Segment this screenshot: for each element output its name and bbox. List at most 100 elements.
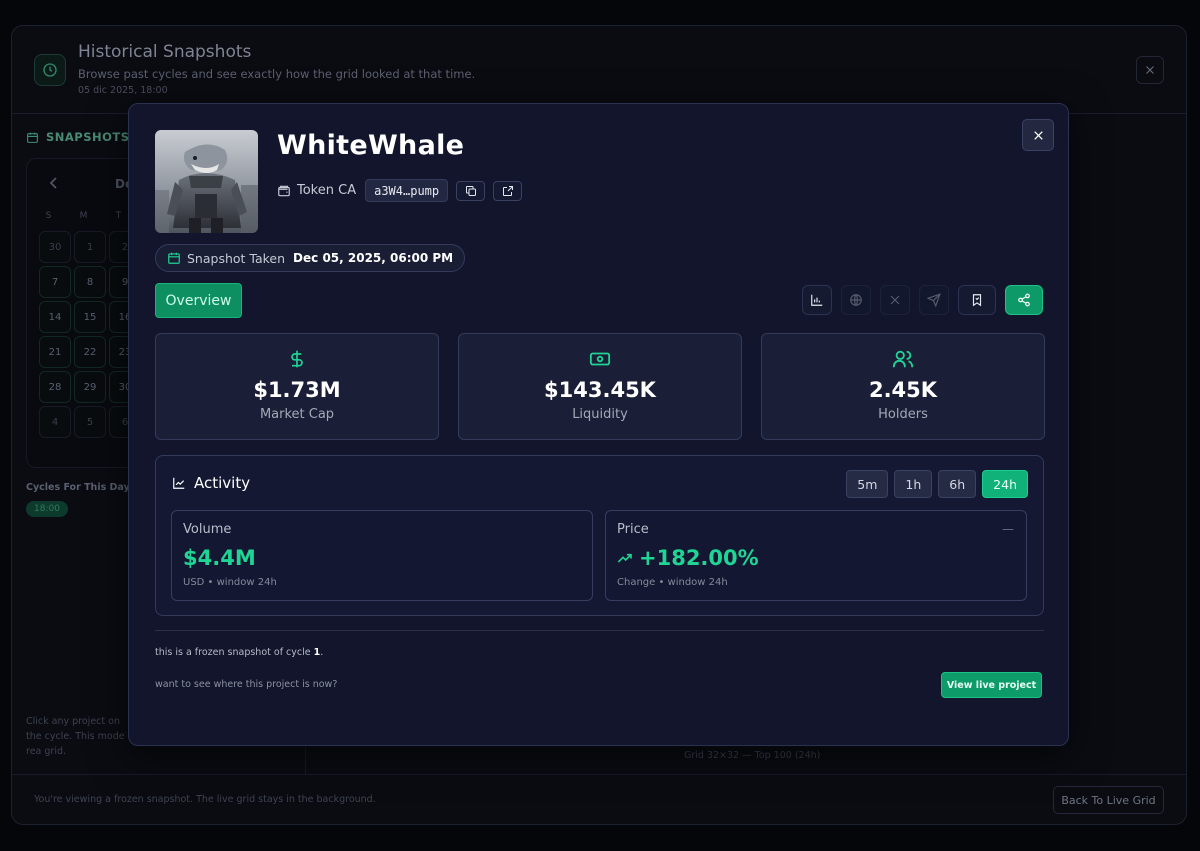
view-live-project-button[interactable]: View live project [941,672,1042,698]
frozen-prefix: this is a frozen snapshot of cycle [155,647,314,658]
market-cap-value: $1.73M [253,378,341,402]
panel-date: 05 dic 2025, 18:00 [78,85,168,96]
token-ca-label: Token CA [297,183,357,198]
bookmark-button[interactable] [958,285,996,315]
telegram-link-button[interactable] [919,285,949,315]
live-prompt-text: want to see where this project is now? [155,679,338,690]
calendar-day[interactable]: 21 [39,336,71,368]
line-chart-icon [173,477,185,489]
price-value: +182.00% [617,546,759,570]
price-value-text: +182.00% [639,546,759,570]
range-tab-24h[interactable]: 24h [982,470,1028,498]
wallet-icon [278,185,290,196]
calendar-day[interactable]: 14 [39,301,71,333]
snapshot-taken-badge: Snapshot Taken Dec 05, 2025, 06:00 PM [155,244,466,272]
range-tab-5m[interactable]: 5m [846,470,889,498]
token-snapshot-modal: WhiteWhale Token CA a3W4…pump Snapshot T… [128,103,1069,746]
open-external-button[interactable] [493,180,523,201]
snapshots-label-text: SNAPSHOTS [46,130,130,144]
bookmark-icon [972,294,982,307]
users-icon [762,348,1044,370]
dollar-icon [156,348,438,370]
price-label: Price [617,522,649,537]
market-cap-card: $1.73M Market Cap [155,333,439,440]
grid-caption: Grid 32×32 — Top 100 (24h) [684,750,821,761]
calendar-day[interactable]: 8 [74,266,106,298]
close-icon [1146,66,1154,74]
token-ca-value[interactable]: a3W4…pump [365,179,449,202]
tab-overview[interactable]: Overview [155,283,242,318]
share-icon [1018,293,1030,307]
weekday: T [115,211,122,221]
volume-label: Volume [183,522,232,537]
token-ca-row: Token CA a3W4…pump [277,179,523,202]
back-to-live-grid-button[interactable]: Back To Live Grid [1053,786,1164,814]
chevron-left-icon[interactable] [49,177,59,193]
activity-panel: Activity 5m 1h 6h 24h Volume $4.4M USD •… [155,455,1044,616]
footer-text: You're viewing a frozen snapshot. The li… [34,794,376,805]
range-tab-1h[interactable]: 1h [894,470,933,498]
snapshots-label: SNAPSHOTS [26,130,130,144]
stats-row: $1.73M Market Cap $143.45K Liquidity 2.4… [155,333,1045,440]
website-link-button[interactable] [841,285,871,315]
copy-icon [465,185,476,196]
holders-label: Holders [878,407,928,422]
holders-value: 2.45K [868,378,938,402]
share-button[interactable] [1005,285,1043,315]
x-logo-icon [890,295,900,305]
panel-close-button[interactable] [1136,56,1164,84]
chart-link-button[interactable] [802,285,832,315]
external-link-icon [502,185,513,196]
cycle-time-chip[interactable]: 18:00 [26,501,68,517]
calendar-day[interactable]: 5 [74,406,106,438]
frozen-snapshot-note: this is a frozen snapshot of cycle 1. [155,647,323,658]
liquidity-label: Liquidity [572,407,628,422]
help-text: Click any project on the cycle. This mod… [26,716,136,757]
frozen-suffix: . [320,647,324,658]
x-link-button[interactable] [880,285,910,315]
calendar-day[interactable]: 4 [39,406,71,438]
calendar-icon [27,132,38,143]
calendar-day[interactable]: 30 [39,231,71,263]
weekday: M [79,211,88,221]
copy-ca-button[interactable] [456,180,486,201]
token-avatar [155,130,258,233]
divider [155,630,1044,631]
panel-header: Historical Snapshots Browse past cycles … [12,26,1186,114]
price-card: Price — +182.00% Change • window 24h [605,510,1027,601]
calendar-day[interactable]: 7 [39,266,71,298]
volume-value-text: $4.4M [183,546,256,570]
price-dash: — [1002,522,1014,536]
calendar-day[interactable]: 29 [74,371,106,403]
token-name: WhiteWhale [277,130,465,161]
calendar-icon [168,252,180,264]
snapshot-taken-value: Dec 05, 2025, 06:00 PM [293,251,454,265]
banknote-icon [459,348,741,370]
trending-up-icon [617,553,632,563]
panel-footer: You're viewing a frozen snapshot. The li… [12,774,1186,824]
panel-subtitle: Browse past cycles and see exactly how t… [78,67,476,81]
market-cap-label: Market Cap [259,407,335,422]
weekday: S [45,211,52,221]
volume-card: Volume $4.4M USD • window 24h [171,510,593,601]
holders-card: 2.45K Holders [761,333,1045,440]
activity-title: Activity [172,474,250,492]
calendar-day[interactable]: 28 [39,371,71,403]
send-icon [927,293,941,307]
range-tab-6h[interactable]: 6h [938,470,977,498]
link-icon-row [802,285,1043,315]
cycles-label: Cycles For This Day [26,482,130,493]
clock-icon [34,54,66,86]
bar-chart-icon [811,294,823,306]
calendar-day[interactable]: 22 [74,336,106,368]
activity-title-text: Activity [194,474,251,492]
calendar-weekdays: S M T [39,211,128,221]
volume-sub: USD • window 24h [183,577,277,588]
globe-icon [850,294,862,306]
price-sub: Change • window 24h [617,577,728,588]
liquidity-value: $143.45K [544,378,656,402]
calendar-day[interactable]: 15 [74,301,106,333]
calendar-day[interactable]: 1 [74,231,106,263]
modal-close-button[interactable] [1022,119,1054,151]
range-tabs: 5m 1h 6h 24h [846,470,1028,498]
